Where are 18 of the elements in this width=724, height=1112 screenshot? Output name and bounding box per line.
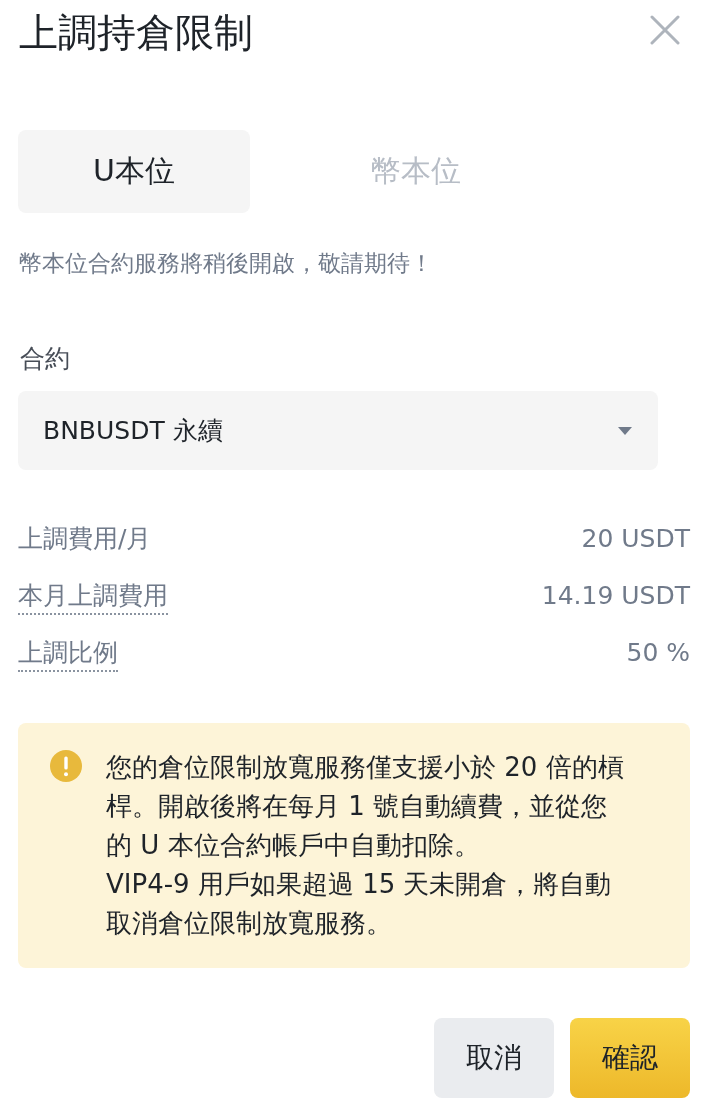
field-label: 合約: [19, 343, 71, 375]
notice-text: VIP4-9 用戶如果超過 15 天未開倉，將自動取消倉位限制放寬服務。: [106, 868, 613, 940]
warning-icon: [50, 750, 82, 782]
confirm-button[interactable]: 確認: [570, 1018, 690, 1098]
fee-label[interactable]: 上調比例: [18, 635, 118, 672]
caret-icon: [618, 426, 632, 435]
info-text: 幣本位合約服務將稍後開啟，敬請期待！: [19, 249, 434, 278]
tab[interactable]: U本位: [18, 130, 250, 213]
close-icon[interactable]: [650, 15, 680, 45]
fee-value: 20 USDT: [581, 523, 690, 555]
fee-value: 14.19 USDT: [541, 580, 690, 612]
cancel-button[interactable]: 取消: [434, 1018, 554, 1098]
dialog-title: 上調持倉限制: [18, 10, 253, 56]
fee-value: 50 %: [626, 637, 690, 669]
fee-label: 上調費用/月: [18, 523, 152, 555]
fee-label[interactable]: 本月上調費用: [18, 578, 168, 615]
contract-dropdown[interactable]: BNBUSDT 永續: [18, 391, 658, 470]
notice-text: 您的倉位限制放寬服務僅支援小於 20 倍的槓桿。開啟後將在每月 1 號自動續費，並從您的 U 本位合約帳戶中自動扣除。: [106, 751, 625, 862]
